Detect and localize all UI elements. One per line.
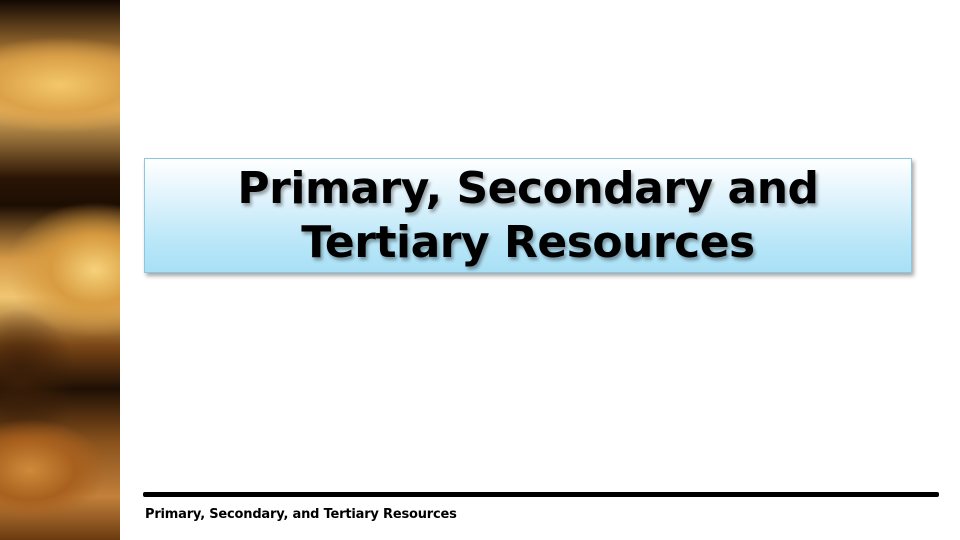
slide-title-line-2: Tertiary Resources [301, 216, 755, 268]
footer-divider [143, 492, 939, 497]
title-box: Primary, Secondary and Tertiary Resource… [144, 158, 912, 273]
footer-text: Primary, Secondary, and Tertiary Resourc… [145, 507, 457, 522]
slide-title-line-1: Primary, Secondary and [237, 162, 819, 214]
slide-title: Primary, Secondary and Tertiary Resource… [145, 162, 911, 270]
slide: Primary, Secondary and Tertiary Resource… [0, 0, 960, 540]
decorative-side-image [0, 0, 120, 540]
